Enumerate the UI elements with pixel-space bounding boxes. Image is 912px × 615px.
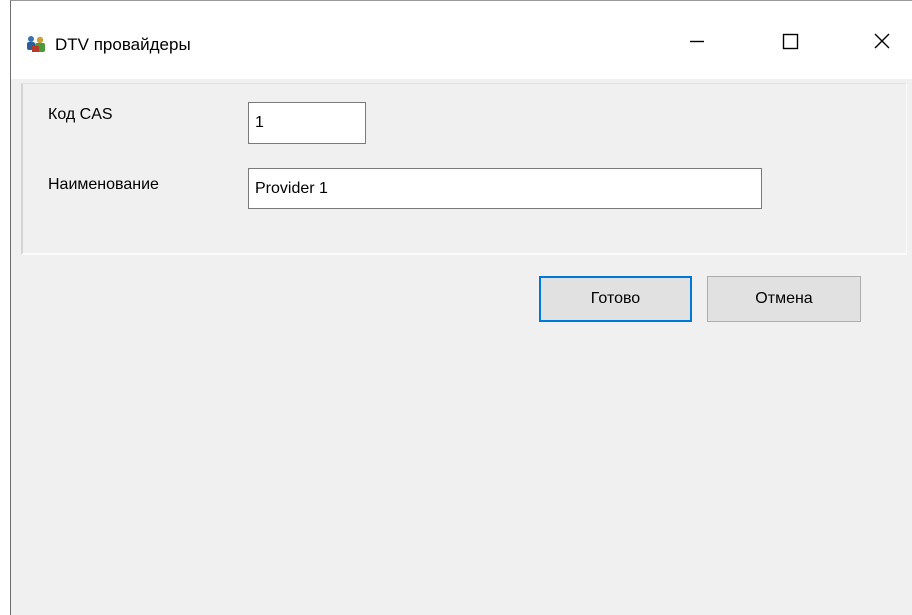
dialog-window: DTV провайдеры Код CAS Наименование Гото…: [10, 0, 912, 615]
maximize-icon: [782, 33, 799, 50]
network-users-icon: [26, 35, 46, 53]
window-title: DTV провайдеры: [55, 35, 191, 54]
cas-code-input[interactable]: [248, 102, 366, 144]
ok-button[interactable]: Готово: [539, 276, 692, 322]
cancel-button[interactable]: Отмена: [707, 276, 861, 322]
cas-code-label: Код CAS: [48, 106, 113, 123]
minimize-button[interactable]: [667, 1, 727, 79]
close-button[interactable]: [851, 1, 911, 79]
minimize-icon: [690, 40, 704, 43]
provider-name-label: Наименование: [48, 176, 159, 193]
title-bar[interactable]: DTV провайдеры: [11, 1, 912, 79]
provider-name-input[interactable]: [248, 168, 762, 209]
close-icon: [874, 33, 890, 49]
maximize-button[interactable]: [759, 1, 819, 79]
